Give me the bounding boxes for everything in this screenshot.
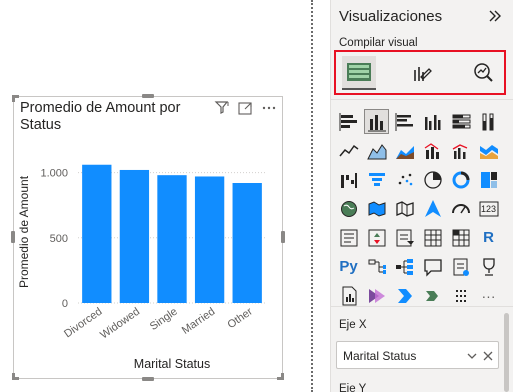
waterfall-chart-icon[interactable] bbox=[336, 167, 361, 192]
bar bbox=[232, 183, 262, 303]
pane-scrollbar[interactable] bbox=[504, 313, 509, 392]
python-visual-icon[interactable]: Py bbox=[336, 254, 361, 279]
bar bbox=[157, 175, 187, 303]
remove-field-icon[interactable] bbox=[482, 349, 494, 361]
card-glyph: 123 bbox=[480, 203, 497, 214]
line-chart-icon[interactable] bbox=[336, 138, 361, 163]
100-stacked-column-chart-icon[interactable] bbox=[476, 109, 501, 134]
visualizations-pane: Visualizaciones Compilar visual 123 R Py… bbox=[330, 0, 513, 392]
bar-chart-visual[interactable]: Promedio de Amount por Status 0 500 1.000 D… bbox=[11, 94, 285, 381]
slicer-icon[interactable] bbox=[392, 225, 417, 250]
visual-type-row: 123 bbox=[336, 196, 506, 222]
power-automate-icon[interactable] bbox=[392, 283, 417, 308]
visual-type-row: Py bbox=[336, 254, 506, 280]
map-icon[interactable] bbox=[336, 196, 361, 221]
bar bbox=[82, 164, 112, 303]
visual-type-row bbox=[336, 109, 506, 135]
donut-chart-icon[interactable] bbox=[448, 167, 473, 192]
x-tick-label: Other bbox=[225, 305, 255, 331]
pane-title: Visualizaciones bbox=[339, 8, 443, 25]
format-visual-icon[interactable] bbox=[404, 56, 438, 90]
build-visual-icon[interactable] bbox=[342, 56, 376, 90]
filled-map-icon[interactable] bbox=[364, 196, 389, 221]
goals-icon[interactable] bbox=[476, 254, 501, 279]
power-automate-flow-icon[interactable] bbox=[420, 283, 445, 308]
bar bbox=[119, 169, 150, 303]
power-apps-icon[interactable] bbox=[364, 283, 389, 308]
visual-type-row bbox=[336, 138, 506, 164]
more-visuals-icon[interactable]: ··· bbox=[476, 283, 501, 308]
visual-type-gallery: 123 R Py ··· bbox=[336, 109, 506, 312]
qa-icon[interactable] bbox=[420, 254, 445, 279]
visual-type-row bbox=[336, 167, 506, 193]
pie-chart-icon[interactable] bbox=[420, 167, 445, 192]
stacked-column-chart-icon[interactable] bbox=[364, 109, 389, 134]
x-axis-title: Marital Status bbox=[134, 357, 210, 371]
pane-separator bbox=[331, 306, 513, 307]
clustered-bar-chart-icon[interactable] bbox=[392, 109, 417, 134]
analytics-icon[interactable] bbox=[466, 56, 500, 90]
tab-divider bbox=[331, 99, 513, 100]
x-tick-label: Widowed bbox=[98, 306, 142, 342]
scatter-chart-icon[interactable] bbox=[392, 167, 417, 192]
kpi-icon[interactable] bbox=[364, 225, 389, 250]
x-axis-field-value: Marital Status bbox=[343, 349, 417, 363]
ribbon-chart-icon[interactable] bbox=[476, 138, 501, 163]
treemap-icon[interactable] bbox=[476, 167, 501, 192]
paginated-report-icon[interactable] bbox=[336, 283, 361, 308]
y-axis-title: Promedio de Amount bbox=[17, 175, 31, 288]
bar bbox=[194, 176, 225, 303]
funnel-chart-icon[interactable] bbox=[364, 167, 389, 192]
y-axis-well-label: Eje Y bbox=[339, 383, 367, 392]
azure-map-icon[interactable] bbox=[420, 196, 445, 221]
chevron-down-icon[interactable] bbox=[466, 349, 478, 361]
x-tick-label: Single bbox=[148, 306, 180, 333]
100-stacked-bar-chart-icon[interactable] bbox=[448, 109, 473, 134]
smart-narrative-icon[interactable] bbox=[448, 254, 473, 279]
stacked-bar-chart-icon[interactable] bbox=[336, 109, 361, 134]
bar-chart: 0 500 1.000 DivorcedWidowed Single Married Oth… bbox=[17, 164, 266, 371]
y-tick-label: 500 bbox=[50, 233, 68, 245]
gauge-icon[interactable] bbox=[448, 196, 473, 221]
more-visuals-glyph: ··· bbox=[481, 287, 496, 304]
area-chart-icon[interactable] bbox=[364, 138, 389, 163]
r-visual-glyph: R bbox=[483, 229, 494, 246]
python-visual-glyph: Py bbox=[339, 258, 358, 275]
report-canvas: Promedio de Amount por Status 0 500 1.000 D… bbox=[0, 0, 312, 392]
x-tick-label: Married bbox=[180, 306, 217, 337]
line-stacked-column-chart-icon[interactable] bbox=[420, 138, 445, 163]
card-icon[interactable]: 123 bbox=[476, 196, 501, 221]
build-visual-subtitle: Compilar visual bbox=[339, 37, 418, 49]
decomposition-tree-icon[interactable] bbox=[392, 254, 417, 279]
line-clustered-column-chart-icon[interactable] bbox=[448, 138, 473, 163]
double-chevron-right-icon[interactable] bbox=[487, 8, 503, 24]
y-tick-label: 0 bbox=[62, 298, 68, 310]
x-axis-field-well[interactable]: Marital Status bbox=[336, 341, 499, 369]
pane-tab-row bbox=[334, 50, 506, 95]
stacked-area-chart-icon[interactable] bbox=[392, 138, 417, 163]
r-visual-icon[interactable]: R bbox=[476, 225, 501, 250]
x-axis-well-label: Eje X bbox=[339, 319, 367, 331]
visual-type-row: R bbox=[336, 225, 506, 251]
matrix-icon[interactable] bbox=[448, 225, 473, 250]
clustered-column-chart-icon[interactable] bbox=[420, 109, 445, 134]
canvas-boundary bbox=[311, 0, 313, 392]
multi-row-card-icon[interactable] bbox=[336, 225, 361, 250]
x-tick-label: Divorced bbox=[62, 306, 104, 341]
shape-map-icon[interactable] bbox=[392, 196, 417, 221]
table-icon[interactable] bbox=[420, 225, 445, 250]
key-influencers-icon[interactable] bbox=[364, 254, 389, 279]
y-tick-label: 1.000 bbox=[40, 168, 68, 180]
get-more-visuals-icon[interactable] bbox=[448, 283, 473, 308]
